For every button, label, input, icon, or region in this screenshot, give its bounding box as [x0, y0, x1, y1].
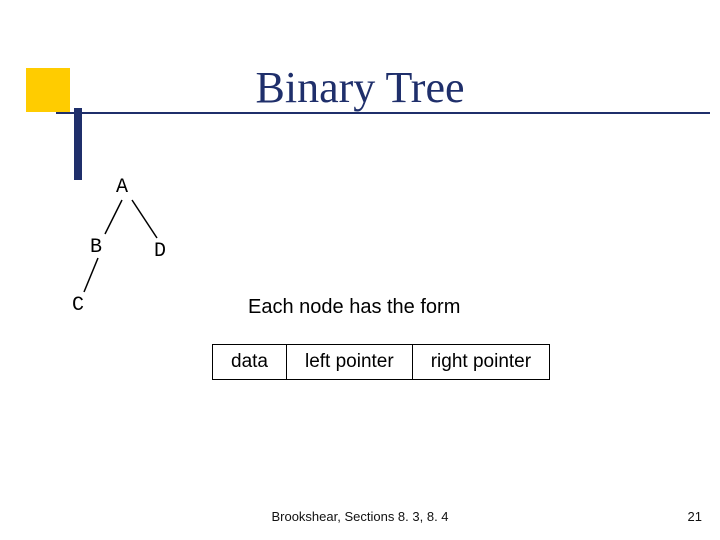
accent-vertical-bar — [74, 108, 82, 180]
tree-node-c: C — [72, 294, 84, 317]
footer-reference: Brookshear, Sections 8. 3, 8. 4 — [0, 509, 720, 524]
tree-node-a: A — [116, 176, 128, 199]
struct-cell-right: right pointer — [413, 344, 550, 380]
tree-node-d: D — [154, 240, 166, 263]
node-struct-table: data left pointer right pointer — [212, 344, 550, 380]
struct-cell-data: data — [212, 344, 287, 380]
page-number: 21 — [688, 509, 702, 524]
binary-tree-diagram: A B D C — [72, 176, 212, 336]
struct-cell-left: left pointer — [287, 344, 413, 380]
node-form-caption: Each node has the form — [248, 296, 460, 319]
tree-node-b: B — [90, 236, 102, 259]
slide-title: Binary Tree — [0, 62, 720, 113]
